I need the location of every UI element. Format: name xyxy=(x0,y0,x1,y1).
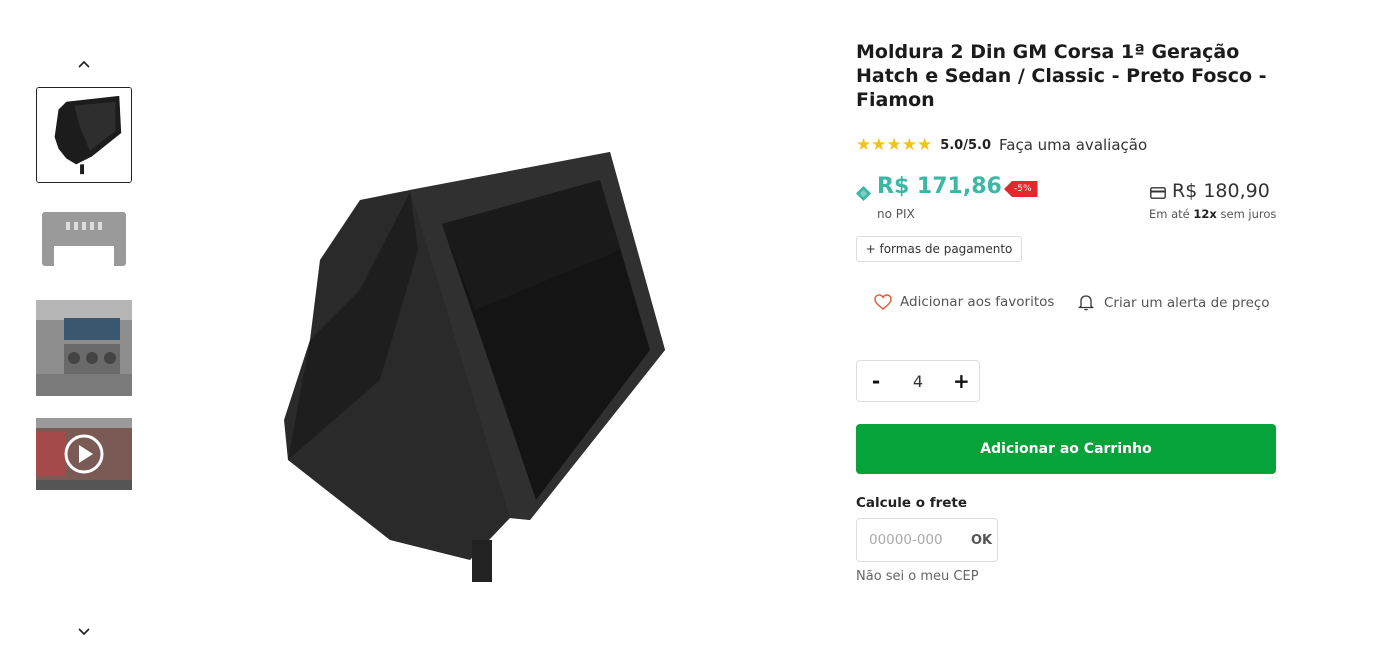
favorite-label: Adicionar aos favoritos xyxy=(900,294,1055,310)
pix-icon xyxy=(856,186,871,201)
cep-input[interactable] xyxy=(867,531,971,549)
write-review-link[interactable]: Faça uma avaliação xyxy=(999,136,1147,154)
frame-front-thumb-image xyxy=(36,196,132,292)
price-alert-label: Criar um alerta de preço xyxy=(1104,294,1270,311)
gallery-thumb-video[interactable] xyxy=(36,418,132,490)
main-product-image[interactable] xyxy=(270,140,690,590)
pix-price: R$ 171,86 xyxy=(877,174,1002,199)
installments-text: Em até 12x sem juros xyxy=(1149,207,1277,221)
discount-badge: -5% xyxy=(1004,181,1038,197)
rating-stars: ★★★★★ xyxy=(856,135,933,155)
quantity-stepper: - 4 + xyxy=(856,360,980,402)
quantity-value[interactable]: 4 xyxy=(913,372,923,391)
rating-row: ★★★★★ 5.0/5.0 Faça uma avaliação xyxy=(856,134,1147,156)
heart-icon xyxy=(874,294,892,310)
gallery-thumb-3[interactable] xyxy=(36,300,132,396)
card-price: R$ 180,90 xyxy=(1172,180,1270,202)
chevron-up-icon xyxy=(78,60,90,68)
gallery-down-arrow[interactable] xyxy=(74,624,94,638)
gallery-thumb-1[interactable] xyxy=(36,87,132,183)
quantity-decrease-button[interactable]: - xyxy=(869,369,883,393)
cep-field-box: OK xyxy=(856,518,998,562)
unknown-cep-link[interactable]: Não sei o meu CEP xyxy=(856,569,979,584)
installed-dash-thumb-image xyxy=(36,300,132,396)
add-to-favorites-button[interactable]: Adicionar aos favoritos xyxy=(874,294,1054,310)
gallery-thumb-2[interactable] xyxy=(36,196,132,292)
chevron-down-icon xyxy=(78,628,90,636)
gallery-up-arrow[interactable] xyxy=(74,56,94,70)
price-alert-button[interactable]: Criar um alerta de preço xyxy=(1078,294,1270,311)
bell-icon xyxy=(1078,295,1094,311)
video-thumb-image xyxy=(36,418,132,490)
pix-label: no PIX xyxy=(877,207,915,221)
cep-ok-button[interactable]: OK xyxy=(971,533,992,548)
quantity-increase-button[interactable]: + xyxy=(953,369,970,393)
frame-product-image xyxy=(284,152,665,582)
frame-thumb-image xyxy=(37,88,131,182)
card-icon xyxy=(1150,187,1166,199)
add-to-cart-button[interactable]: Adicionar ao Carrinho xyxy=(856,424,1276,474)
freight-label: Calcule o frete xyxy=(856,495,968,511)
payment-methods-button[interactable]: + formas de pagamento xyxy=(856,236,1022,262)
rating-score: 5.0/5.0 xyxy=(940,137,992,153)
product-title: Moldura 2 Din GM Corsa 1ª Geração Hatch … xyxy=(856,41,1267,111)
